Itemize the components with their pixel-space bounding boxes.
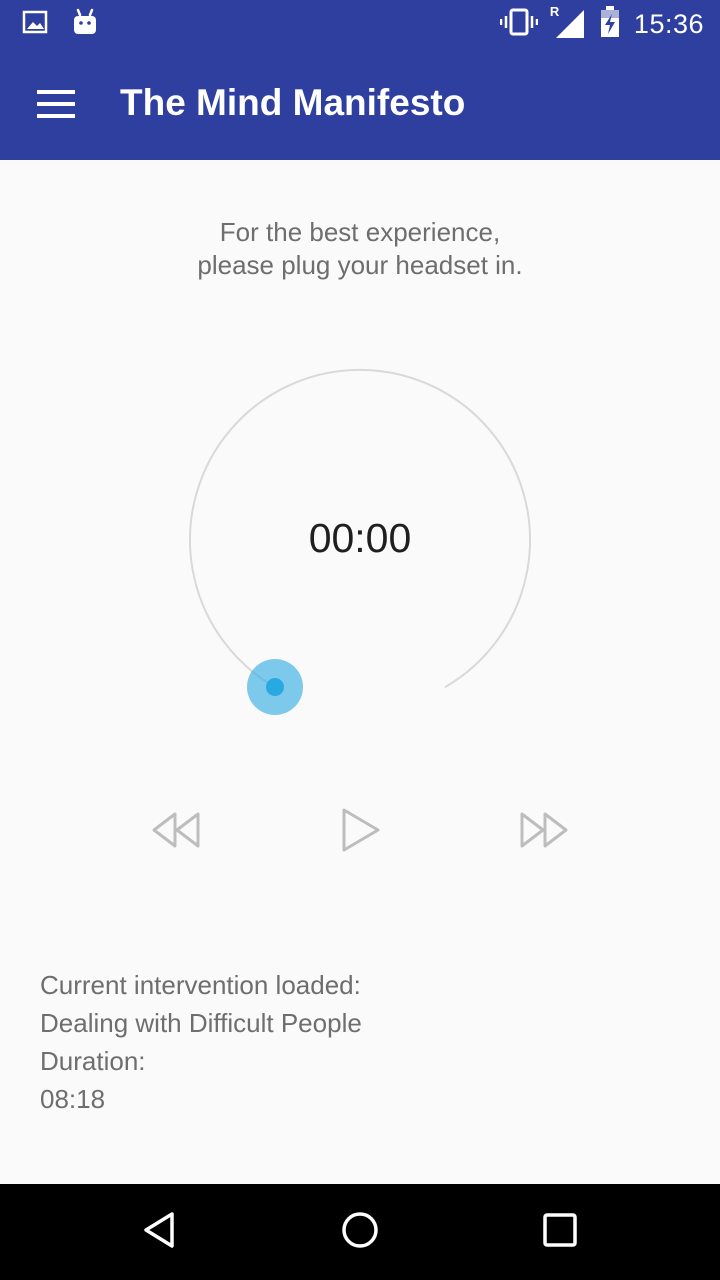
roaming-label: R bbox=[549, 4, 560, 19]
recents-icon bbox=[540, 1210, 580, 1255]
rewind-button[interactable] bbox=[144, 800, 208, 864]
hint-line-2: please plug your headset in. bbox=[197, 250, 523, 280]
elapsed-time: 00:00 bbox=[308, 515, 412, 561]
rewind-icon bbox=[150, 811, 202, 854]
signal-icon: R bbox=[550, 4, 586, 40]
fast-forward-icon bbox=[518, 811, 570, 854]
home-button[interactable] bbox=[330, 1202, 390, 1262]
loaded-label: Current intervention loaded: bbox=[40, 970, 361, 1000]
status-bar: R 15:36 bbox=[0, 0, 720, 48]
intervention-info: Current intervention loaded: Dealing wit… bbox=[40, 966, 362, 1118]
back-icon bbox=[140, 1210, 180, 1255]
app-bar: The Mind Manifesto bbox=[0, 48, 720, 160]
app-title: The Mind Manifesto bbox=[120, 82, 466, 123]
seek-handle[interactable] bbox=[247, 659, 303, 715]
android-icon bbox=[72, 8, 98, 41]
navigation-bar bbox=[0, 1184, 720, 1280]
status-time: 15:36 bbox=[633, 8, 704, 39]
play-button[interactable] bbox=[328, 800, 392, 864]
vibrate-icon bbox=[499, 8, 539, 41]
recents-button[interactable] bbox=[530, 1202, 590, 1262]
menu-button[interactable] bbox=[28, 78, 84, 134]
status-right-icons: R 15:36 bbox=[499, 4, 704, 43]
intervention-name: Dealing with Difficult People bbox=[40, 1008, 362, 1038]
duration-value: 08:18 bbox=[40, 1084, 106, 1114]
duration-label: Duration: bbox=[40, 1046, 146, 1076]
playback-controls bbox=[0, 800, 720, 864]
fast-forward-button[interactable] bbox=[512, 800, 576, 864]
status-left-icons bbox=[22, 8, 98, 41]
image-icon bbox=[22, 9, 48, 40]
back-button[interactable] bbox=[130, 1202, 190, 1262]
screen: R 15:36 The Mind Manifesto For the best … bbox=[0, 0, 720, 1280]
hint-line-1: For the best experience, bbox=[219, 217, 501, 247]
menu-icon bbox=[37, 89, 75, 124]
headset-hint: For the best experience, please plug you… bbox=[0, 216, 720, 282]
battery-charging-icon bbox=[600, 5, 620, 43]
home-icon bbox=[340, 1210, 380, 1255]
play-icon bbox=[338, 807, 382, 858]
